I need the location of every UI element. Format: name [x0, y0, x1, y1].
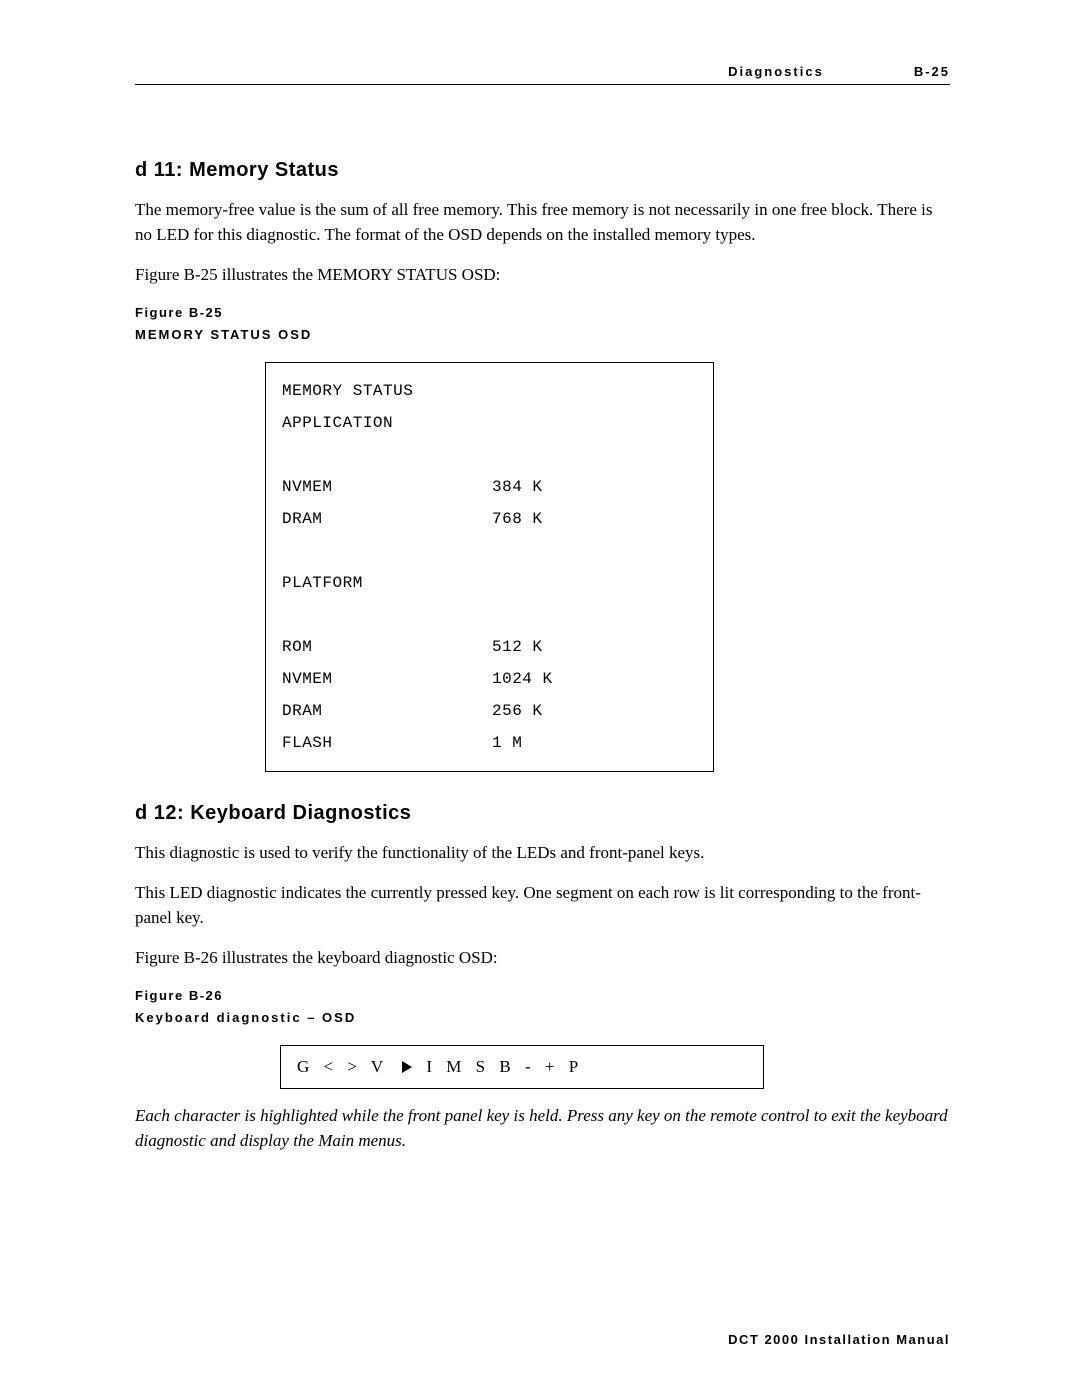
- page-header: Diagnostics B-25: [135, 62, 950, 82]
- play-triangle-icon: [402, 1061, 412, 1073]
- osd-row-label: NVMEM: [282, 471, 492, 503]
- osd-segment: G < > V: [297, 1057, 397, 1076]
- body-paragraph: This LED diagnostic indicates the curren…: [135, 880, 950, 931]
- osd-row: DRAM 768 K: [282, 503, 697, 535]
- memory-status-osd: MEMORY STATUS APPLICATION NVMEM 384 K DR…: [265, 362, 714, 772]
- osd-row: DRAM 256 K: [282, 695, 697, 727]
- osd-row: NVMEM 384 K: [282, 471, 697, 503]
- figure-label: Figure B-26: [135, 986, 950, 1006]
- figure-label: Figure B-25: [135, 303, 950, 323]
- figure-note: Each character is highlighted while the …: [135, 1103, 950, 1154]
- osd-title: MEMORY STATUS: [282, 375, 697, 407]
- header-page-number: B-25: [914, 62, 950, 82]
- osd-segment: I M S B - + P: [417, 1057, 583, 1076]
- body-paragraph: Figure B-25 illustrates the MEMORY STATU…: [135, 262, 950, 288]
- figure-caption: MEMORY STATUS OSD: [135, 325, 950, 345]
- body-paragraph: The memory-free value is the sum of all …: [135, 197, 950, 248]
- osd-row: FLASH 1 M: [282, 727, 697, 759]
- osd-row-value: 1024 K: [492, 663, 553, 695]
- osd-group-title: APPLICATION: [282, 407, 697, 439]
- body-paragraph: Figure B-26 illustrates the keyboard dia…: [135, 945, 950, 971]
- osd-row-value: 1 M: [492, 727, 522, 759]
- osd-row-label: ROM: [282, 631, 492, 663]
- osd-row-value: 768 K: [492, 503, 543, 535]
- body-paragraph: This diagnostic is used to verify the fu…: [135, 840, 950, 866]
- header-section: Diagnostics: [728, 62, 824, 82]
- osd-row-value: 512 K: [492, 631, 543, 663]
- figure-caption: Keyboard diagnostic – OSD: [135, 1008, 950, 1028]
- header-divider: [135, 84, 950, 85]
- osd-row-label: DRAM: [282, 503, 492, 535]
- osd-row-value: 384 K: [492, 471, 543, 503]
- osd-group-title: PLATFORM: [282, 567, 697, 599]
- osd-row-label: NVMEM: [282, 663, 492, 695]
- page-footer: DCT 2000 Installation Manual: [728, 1330, 950, 1350]
- osd-row-value: 256 K: [492, 695, 543, 727]
- keyboard-diagnostic-osd: G < > V I M S B - + P: [280, 1045, 764, 1089]
- section-heading-d12: d 12: Keyboard Diagnostics: [135, 798, 950, 828]
- osd-row: NVMEM 1024 K: [282, 663, 697, 695]
- osd-row-label: FLASH: [282, 727, 492, 759]
- osd-row-label: DRAM: [282, 695, 492, 727]
- section-heading-d11: d 11: Memory Status: [135, 155, 950, 185]
- osd-row: ROM 512 K: [282, 631, 697, 663]
